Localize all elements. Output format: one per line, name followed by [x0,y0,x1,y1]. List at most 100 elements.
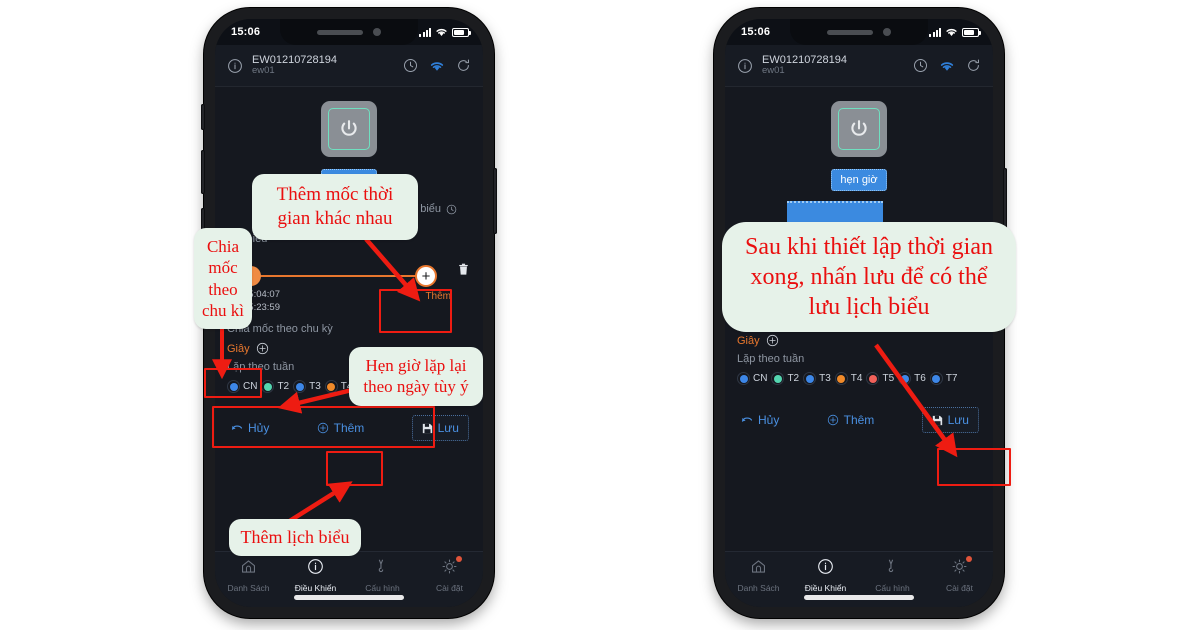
app-header: EW01210728194 ew01 [725,45,993,87]
weekday-dot [356,380,370,393]
phone-notch [280,19,418,45]
weekday-dot [419,380,433,393]
weekday-dot [293,380,307,393]
weekday-label: T2 [787,373,800,384]
weekday-item[interactable]: T3 [803,372,831,385]
nav-item-danh-sach[interactable]: Danh Sách [215,558,282,593]
weekday-label: T6 [404,381,416,392]
save-label: Lưu [437,421,459,435]
power-toggle-button[interactable] [831,101,887,157]
weekday-dot [388,380,402,393]
save-label: Lưu [947,413,969,427]
clock-icon[interactable] [403,58,418,73]
notification-badge [456,556,462,562]
cancel-button[interactable]: Hủy [231,421,269,435]
schedule-subtitle-text: lịch biểu [227,233,268,245]
weekly-section-label: Lặp theo tuần [227,361,295,373]
phone-screen-left: 15:06 EW01210728194 ew01 hẹn giờ lịch bi… [215,19,483,607]
nav-item-cau-hinh[interactable]: Cấu hình [349,558,416,593]
weekday-label: T5 [882,373,895,384]
weekday-item[interactable]: T7 [929,372,957,385]
schedule-subtitle: lịch biểu [227,233,471,245]
timer-chip-button[interactable]: hẹn giờ [831,169,887,191]
nav-item-dieu-khien[interactable]: Điều Khiển [792,558,859,593]
timeline-end-time: 15:23:59 [243,301,280,313]
timeline-start-marker[interactable] [241,266,261,286]
plus-circle-icon[interactable] [766,334,779,347]
phone-power-side-button [493,168,497,234]
front-camera [883,28,891,36]
plus-circle-icon [317,422,328,434]
weekday-item[interactable]: T4 [324,380,352,393]
timer-chip-row: hẹn giờ [737,169,981,191]
refresh-icon[interactable] [966,58,981,73]
wifi-icon [436,28,447,36]
phone-volume-up-button [201,150,205,194]
nav-item-dieu-khien[interactable]: Điều Khiển [282,558,349,593]
phone-mute-switch [201,104,205,130]
signal-bars-icon [929,27,941,37]
schedule-tab-indicator[interactable] [786,201,883,223]
plus-circle-icon[interactable] [256,342,269,355]
refresh-icon[interactable] [456,58,471,73]
weekday-item[interactable]: T5 [356,380,384,393]
schedule-tab-label-group[interactable]: lịch biểu [401,203,457,215]
weekday-item[interactable]: CN [737,372,767,385]
weekday-item[interactable]: T4 [834,372,862,385]
cycle-unit-row[interactable]: Giây [227,342,471,355]
weekday-item[interactable]: T5 [866,372,894,385]
power-button-inner [838,108,880,150]
trash-icon[interactable] [458,263,469,276]
annotation-arrows [212,237,958,524]
nav-item-cau-hinh[interactable]: Cấu hình [859,558,926,593]
info-circle-icon [817,558,834,580]
info-circle-icon [307,558,324,580]
phone-screen-right: 15:06 EW01210728194 ew01 hẹn giờ Chia mố… [725,19,993,607]
weekday-item[interactable]: T3 [293,380,321,393]
weekday-selector[interactable]: CN T2 T3 T4 T5 T6 T7 [227,380,471,393]
home-icon [750,558,767,580]
nav-label: Cấu hình [365,583,400,593]
timer-chip-button[interactable]: hẹn giờ [321,169,377,191]
cancel-label: Hủy [248,421,270,435]
weekday-label: CN [753,373,768,384]
info-circle-icon[interactable] [227,58,243,74]
weekday-item[interactable]: T6 [898,372,926,385]
nav-item-cai-dat[interactable]: Cài đặt [926,556,993,593]
add-schedule-button[interactable]: Thêm [827,413,874,427]
save-button[interactable]: Lưu [411,415,469,441]
weekday-dot [898,372,912,385]
home-indicator [294,595,404,600]
nav-item-danh-sach[interactable]: Danh Sách [725,558,792,593]
weekday-label: T3 [819,373,831,384]
wifi-icon[interactable] [429,60,445,72]
nav-item-cai-dat[interactable]: Cài đặt [416,556,483,593]
weekday-dot [929,372,943,385]
phone-notch [790,19,928,45]
weekday-item[interactable]: T7 [419,380,447,393]
weekday-dot [834,372,848,385]
phone-power-side-button [1003,168,1007,234]
annotation-overlay: Thêm mốc thời gian khác nhau Chia mốc th… [0,0,1200,630]
power-toggle-button[interactable] [321,101,377,157]
cancel-button[interactable]: Hủy [741,413,779,427]
info-circle-icon[interactable] [737,58,753,74]
add-schedule-button[interactable]: Thêm [317,421,364,435]
weekday-item[interactable]: T6 [388,380,416,393]
nav-label: Điều Khiển [294,583,337,593]
timeline-times: 15:04:07 15:23:59 [243,289,280,315]
timeline-editor[interactable]: + 15:04:07 15:23:59 Thêm [227,263,471,317]
weekday-selector[interactable]: CN T2 T3 T4 T5 T6 T7 [737,372,981,385]
nav-label: Danh Sách [227,583,270,593]
weekday-item[interactable]: CN [227,380,257,393]
schedule-tab-indicator[interactable] [281,199,378,221]
timeline-add-marker-button[interactable]: + [415,265,437,287]
clock-icon[interactable] [913,58,928,73]
action-row: Hủy Thêm Lưu [227,415,471,441]
weekday-item[interactable]: T2 [261,380,289,393]
cycle-unit-row[interactable]: Giây [737,334,981,347]
save-button[interactable]: Lưu [921,407,979,433]
wifi-icon[interactable] [939,60,955,72]
wifi-icon [946,28,957,36]
weekday-item[interactable]: T2 [771,372,799,385]
